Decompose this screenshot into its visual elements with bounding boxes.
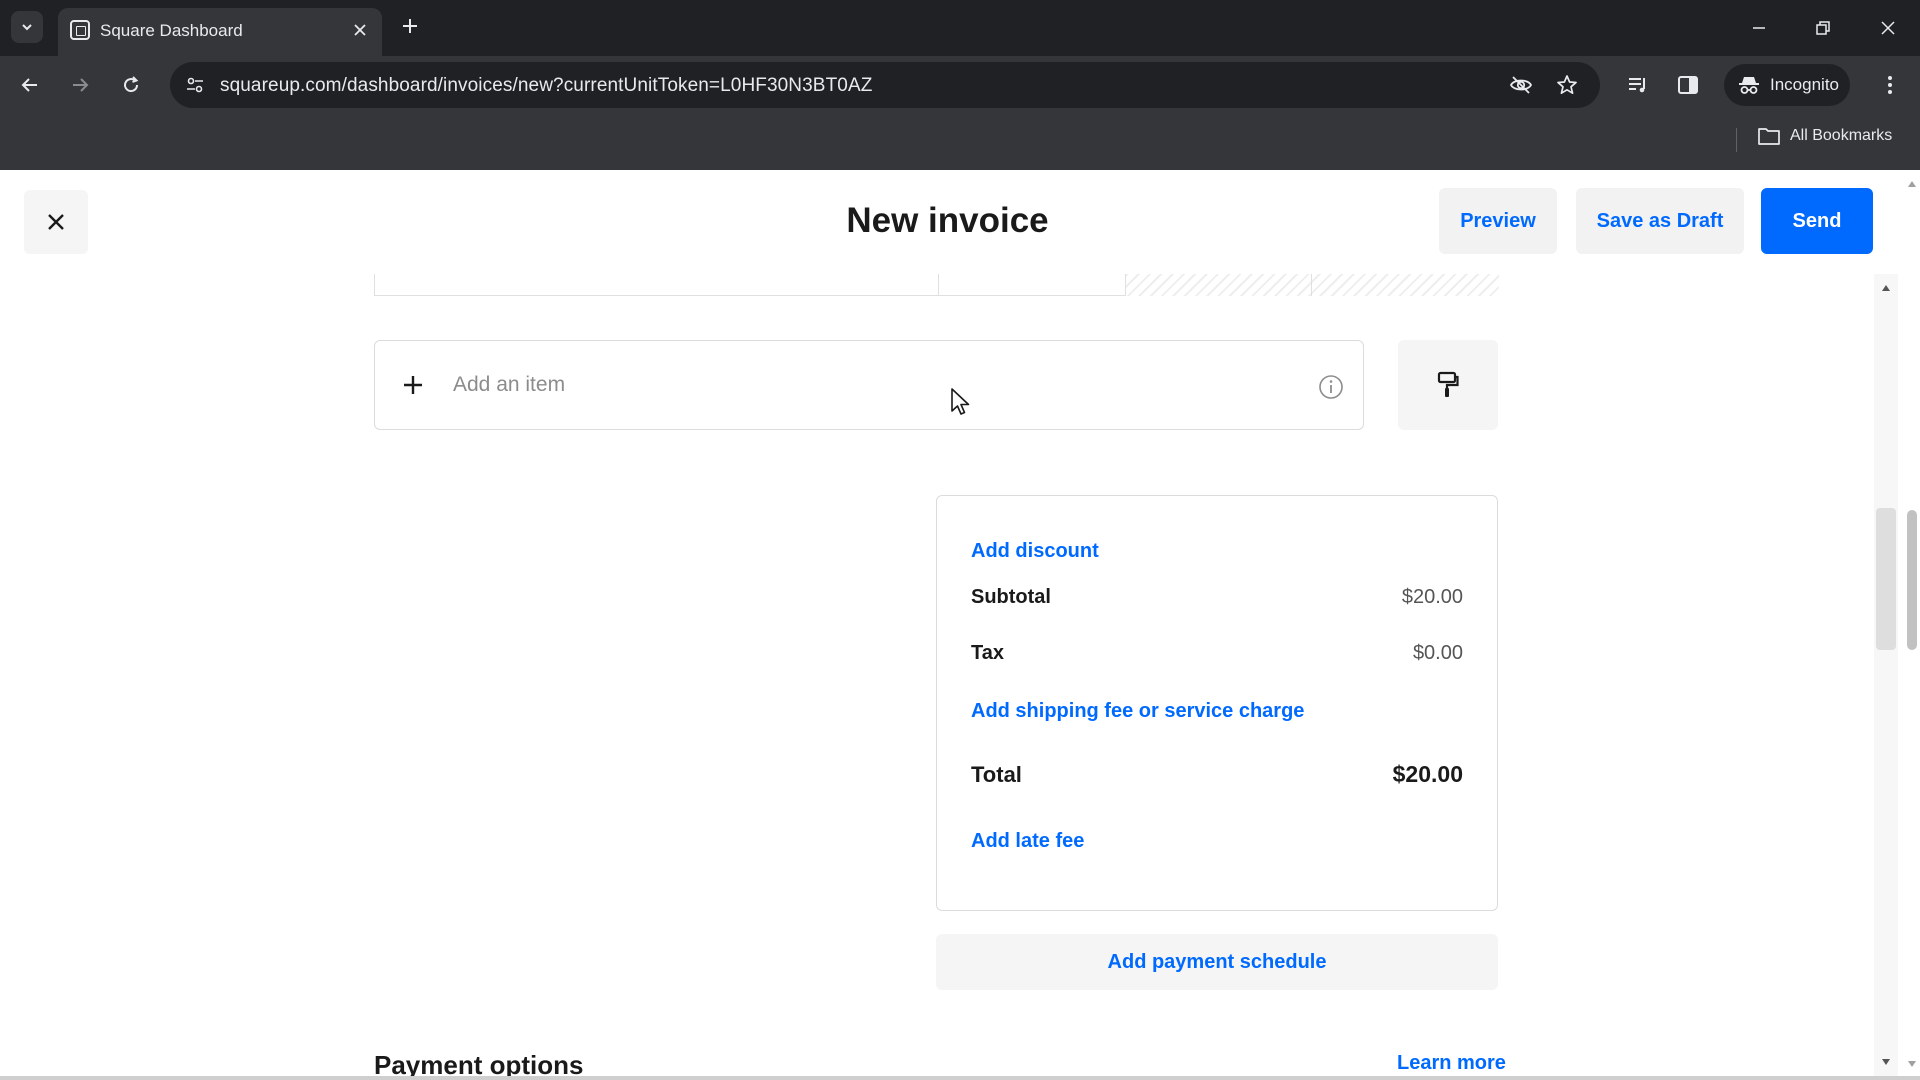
content-scroll-up-arrow[interactable] — [1876, 280, 1896, 296]
all-bookmarks-label: All Bookmarks — [1790, 127, 1893, 144]
scroll-down-arrow[interactable] — [1904, 1056, 1920, 1072]
tab-close-button[interactable] — [348, 18, 372, 42]
content-scroll-down-arrow[interactable] — [1876, 1054, 1896, 1070]
arrow-right-icon — [73, 78, 89, 92]
content-scrollbar-track[interactable] — [1874, 274, 1898, 1080]
mouse-cursor-icon — [951, 388, 970, 415]
back-button[interactable] — [14, 69, 46, 101]
subtotal-value: $20.00 — [1401, 586, 1463, 608]
restore-button[interactable] — [1805, 12, 1841, 44]
info-icon[interactable] — [1317, 373, 1345, 401]
incognito-icon — [1739, 77, 1759, 94]
triangle-down-icon — [1908, 1061, 1916, 1067]
add-item-field[interactable]: Add an item — [374, 340, 1364, 430]
bookmarks-bar: All Bookmarks — [0, 114, 1920, 170]
incognito-badge[interactable]: Incognito — [1724, 64, 1850, 106]
queue-music-icon — [1629, 78, 1645, 93]
table-column-divider — [1311, 274, 1312, 296]
reload-icon — [124, 76, 139, 93]
subtotal-label: Subtotal — [971, 586, 1051, 608]
chevron-down-icon — [22, 24, 32, 31]
browser-tab-bar: Square Dashboard — [0, 0, 1920, 56]
browser-tab[interactable]: Square Dashboard — [58, 8, 382, 56]
eye-off-icon — [1509, 76, 1533, 94]
table-hatched-cell — [1125, 274, 1499, 296]
close-icon — [354, 24, 366, 36]
total-value: $20.00 — [1392, 761, 1463, 787]
restore-icon — [1816, 21, 1830, 35]
window-bottom-edge — [0, 1076, 1920, 1080]
triangle-down-icon — [1882, 1059, 1890, 1065]
invoice-summary-card: Add discount Subtotal $20.00 Tax $0.00 A… — [936, 495, 1498, 911]
add-late-fee-link[interactable]: Add late fee — [971, 830, 1084, 853]
new-tab-button[interactable] — [396, 12, 424, 40]
tax-value: $0.00 — [1412, 642, 1463, 664]
line-items-table-bottom — [374, 274, 1499, 296]
incognito-label: Incognito — [1770, 75, 1839, 94]
total-label: Total — [971, 762, 1022, 787]
add-shipping-fee-link[interactable]: Add shipping fee or service charge — [971, 700, 1304, 723]
plus-icon — [403, 19, 417, 33]
triangle-up-icon — [1908, 181, 1916, 187]
folder-icon — [1758, 128, 1780, 145]
send-button[interactable]: Send — [1761, 188, 1873, 254]
window-scrollbar-thumb[interactable] — [1907, 510, 1917, 650]
media-controls-button[interactable] — [1622, 69, 1654, 101]
tracking-protection-button[interactable] — [1506, 70, 1536, 100]
side-panel-icon — [1678, 76, 1698, 94]
browser-menu-button[interactable] — [1874, 69, 1906, 101]
tab-search-button[interactable] — [11, 11, 43, 43]
add-discount-link[interactable]: Add discount — [971, 540, 1099, 563]
bookmarks-separator — [1736, 128, 1737, 152]
star-icon — [1557, 75, 1577, 95]
site-info-button[interactable] — [180, 70, 210, 100]
browser-toolbar: squareup.com/dashboard/invoices/new?curr… — [0, 56, 1920, 114]
arrow-left-icon — [21, 78, 37, 92]
side-panel-button[interactable] — [1672, 69, 1704, 101]
add-payment-schedule-button[interactable]: Add payment schedule — [936, 934, 1498, 990]
content-scrollbar-thumb[interactable] — [1876, 508, 1896, 650]
all-bookmarks-button[interactable]: All Bookmarks — [1758, 127, 1892, 145]
customize-button[interactable] — [1398, 340, 1498, 430]
reload-button[interactable] — [115, 69, 147, 101]
tax-label: Tax — [971, 642, 1004, 664]
address-bar[interactable]: squareup.com/dashboard/invoices/new?curr… — [170, 62, 1600, 108]
more-vertical-icon — [1888, 76, 1892, 94]
close-icon — [1881, 21, 1895, 35]
paint-roller-icon — [1437, 371, 1459, 397]
learn-more-link[interactable]: Learn more — [1397, 1052, 1506, 1075]
save-as-draft-button[interactable]: Save as Draft — [1576, 188, 1744, 254]
url-text[interactable]: squareup.com/dashboard/invoices/new?curr… — [220, 75, 872, 97]
square-logo-icon — [70, 20, 90, 40]
plus-icon — [399, 371, 427, 399]
invoice-page: New invoice Preview Save as Draft Send A… — [0, 170, 1920, 1080]
table-column-divider — [938, 274, 939, 296]
tune-icon — [187, 77, 203, 93]
forward-button[interactable] — [64, 69, 96, 101]
add-item-placeholder: Add an item — [453, 373, 566, 396]
minimize-icon — [1753, 27, 1765, 29]
preview-button[interactable]: Preview — [1439, 188, 1557, 254]
tab-title: Square Dashboard — [100, 21, 243, 40]
minimize-button[interactable] — [1741, 12, 1777, 44]
bookmark-star-button[interactable] — [1552, 70, 1582, 100]
scroll-up-arrow[interactable] — [1904, 176, 1920, 192]
window-close-button[interactable] — [1870, 12, 1906, 44]
triangle-up-icon — [1882, 285, 1890, 291]
